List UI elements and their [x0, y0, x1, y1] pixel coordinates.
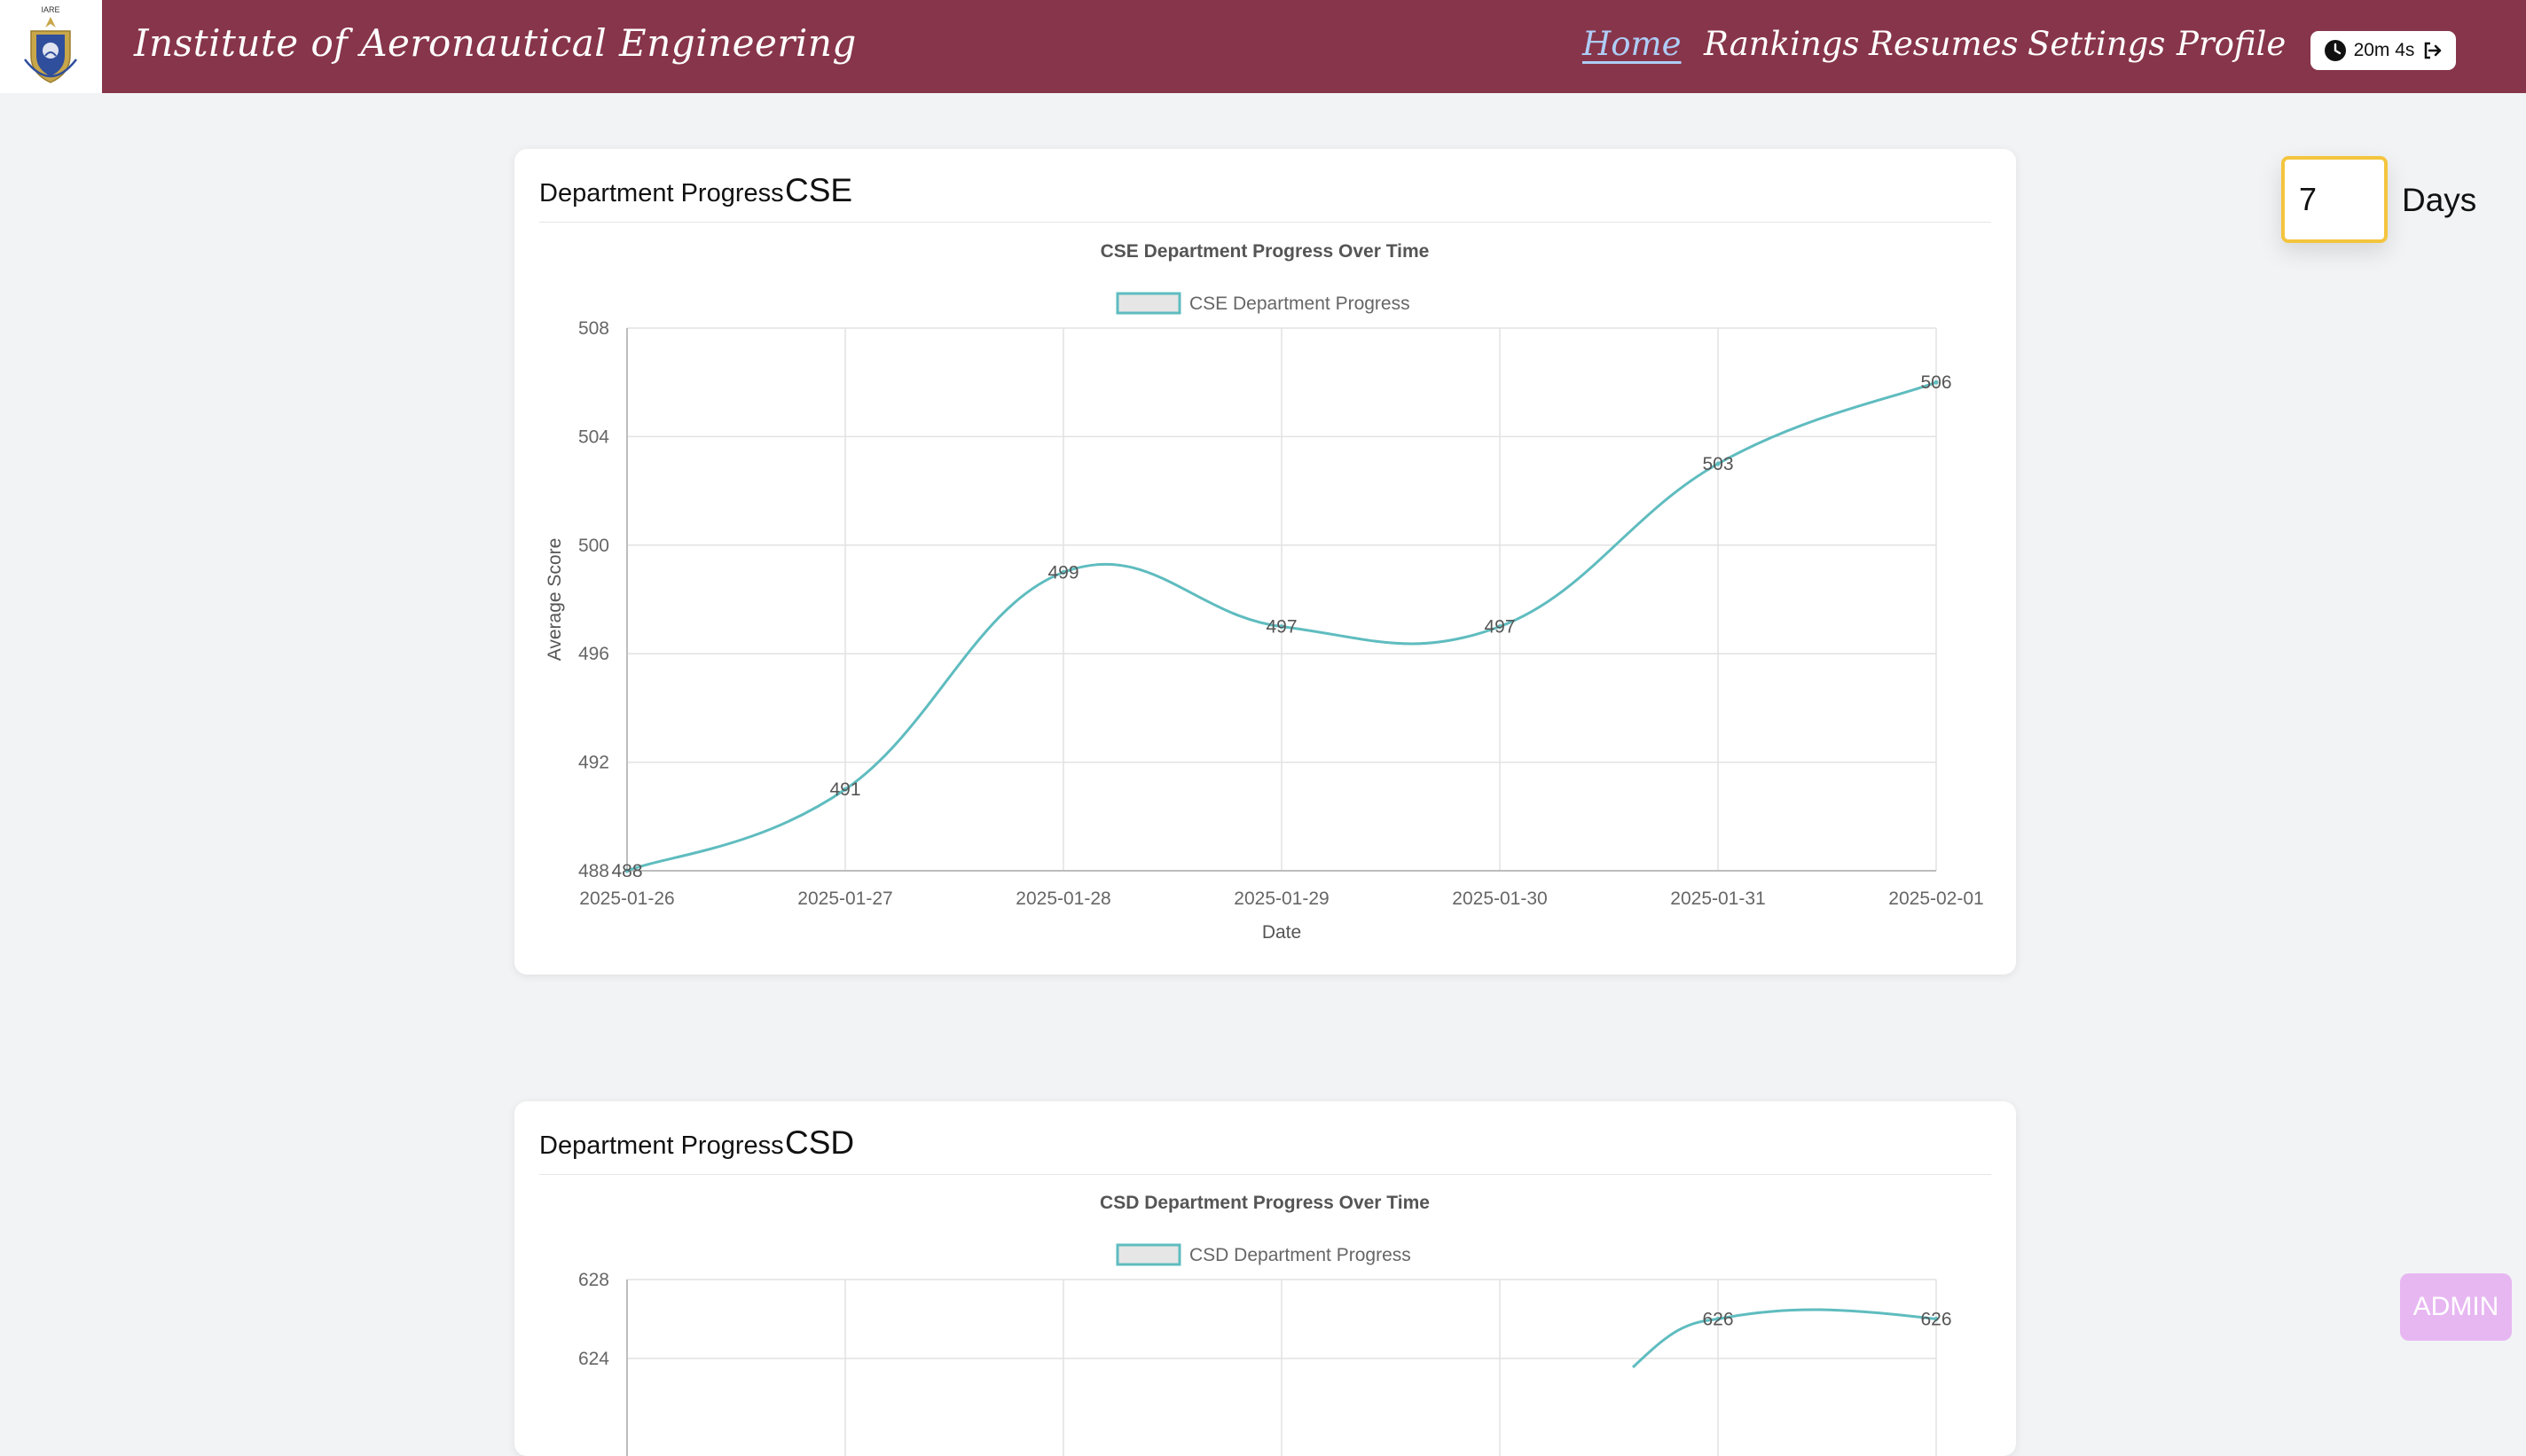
days-filter [2281, 156, 2388, 243]
nav-rankings[interactable]: Rankings [1704, 25, 1859, 63]
x-tick-label: 2025-01-27 [797, 888, 892, 909]
crest-icon: IARE [24, 5, 77, 83]
days-label: Days [2402, 182, 2477, 218]
cse-progress-chart: CSE Department Progress Over Time CSE Dep… [545, 241, 1984, 943]
data-label: 626 [1920, 1310, 1951, 1330]
nav-resumes[interactable]: Resumes [1869, 25, 2019, 63]
x-tick-label: 2025-01-29 [1234, 888, 1329, 909]
y-tick-label: 488 [578, 861, 609, 881]
y-tick-label: 508 [578, 318, 609, 339]
data-label: 497 [1484, 617, 1515, 638]
y-axis-title: Average Score [545, 538, 565, 661]
legend-swatch [1116, 292, 1181, 315]
timer-text: 20m 4s [2353, 40, 2415, 60]
logout-icon[interactable] [2421, 40, 2443, 61]
days-input[interactable] [2281, 156, 2388, 243]
chart-title: CSD Department Progress Over Time [1100, 1193, 1430, 1213]
session-timer[interactable]: 20m 4s [2310, 31, 2456, 70]
x-tick-label: 2025-02-01 [1888, 888, 1983, 909]
top-navbar: IARE Institute of Aeronautical Engineeri… [0, 0, 2526, 93]
data-label: 491 [829, 779, 860, 800]
y-tick-label: 504 [578, 427, 609, 447]
site-title: Institute of Aeronautical Engineering [134, 21, 857, 65]
logo[interactable]: IARE [0, 0, 102, 93]
clock-icon [2324, 40, 2346, 61]
y-tick-label: 492 [578, 753, 609, 773]
data-label: 503 [1702, 454, 1733, 474]
nav-profile[interactable]: Profile [2177, 25, 2286, 63]
y-tick-label: 496 [578, 644, 609, 664]
data-label: 626 [1702, 1310, 1733, 1330]
admin-button[interactable]: ADMIN [2400, 1273, 2512, 1341]
department-progress-card-cse: Department Progress CSE CSE Department P… [514, 149, 2016, 975]
csd-progress-chart: CSD Department Progress Over Time CSD Dep… [578, 1193, 1952, 1456]
x-axis-title: Date [1262, 922, 1301, 943]
legend-label: CSD Department Progress [1189, 1245, 1411, 1265]
y-tick-label: 500 [578, 536, 609, 556]
nav-home[interactable]: Home [1582, 25, 1682, 63]
x-tick-label: 2025-01-30 [1452, 888, 1547, 909]
logo-text: IARE [41, 5, 59, 14]
data-label: 497 [1266, 617, 1297, 638]
x-tick-label: 2025-01-31 [1670, 888, 1765, 909]
x-tick-label: 2025-01-28 [1016, 888, 1110, 909]
chart-title: CSE Department Progress Over Time [1101, 241, 1430, 262]
x-tick-label: 2025-01-26 [579, 888, 674, 909]
y-tick-label: 624 [578, 1349, 609, 1369]
legend-label: CSE Department Progress [1189, 294, 1410, 314]
nav-settings[interactable]: Settings [2028, 25, 2165, 63]
y-tick-label: 628 [578, 1270, 609, 1290]
data-label: 499 [1047, 562, 1079, 583]
data-label: 488 [611, 861, 642, 881]
department-progress-card-csd: Department Progress CSD CSD Department P… [514, 1101, 2016, 1456]
legend-swatch [1116, 1243, 1181, 1266]
data-label: 506 [1920, 372, 1951, 393]
